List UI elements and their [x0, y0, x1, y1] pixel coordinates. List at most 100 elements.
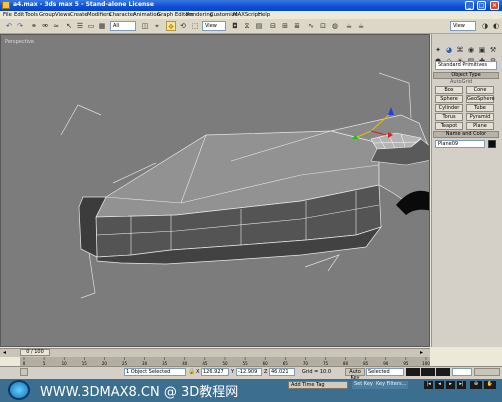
playback-play-icon[interactable] [421, 368, 435, 376]
schematic-icon[interactable]: ⊡ [318, 21, 328, 31]
display-tab-icon[interactable]: ▣ [477, 46, 487, 55]
auto-key-button[interactable]: Auto Key [345, 368, 365, 381]
time-slider-thumb[interactable]: 0 / 100 [20, 349, 50, 356]
y-label: Y [231, 369, 235, 375]
utilities-tab-icon[interactable]: ⚒ [488, 46, 498, 55]
layer-icon[interactable]: ≣ [292, 21, 302, 31]
zoom-extents-icon[interactable]: ⊕ [470, 381, 482, 389]
teapot-button[interactable]: Teapot [435, 122, 463, 130]
add-time-tag-field[interactable]: Add Time Tag [288, 381, 348, 389]
perspective-viewport[interactable] [0, 34, 430, 347]
redo-icon[interactable]: ↷ [15, 21, 25, 31]
object-type-rollout[interactable]: Object Type [433, 72, 499, 79]
lock-selection-icon[interactable]: 🔒 [188, 368, 195, 376]
time-config-button[interactable] [474, 368, 500, 376]
render-scene-icon[interactable]: ☕ [344, 21, 354, 31]
normal-align-icon[interactable]: ⊞ [280, 21, 290, 31]
menu-modifiers[interactable]: Modifiers [87, 12, 111, 18]
object-color-swatch[interactable] [488, 140, 496, 148]
set-key-button[interactable]: Set Key [352, 381, 375, 389]
window-crossing-icon[interactable]: ◫ [140, 21, 150, 31]
category-dropdown[interactable]: Standard Primitives [435, 61, 497, 70]
prev-key-icon[interactable]: ◂ [435, 381, 444, 389]
modify-tab-icon[interactable]: ◕ [444, 46, 454, 55]
menu-rendering[interactable]: Rendering [186, 12, 213, 18]
track-ticks: 0 5 10 15 20 25 30 35 40 45 50 55 60 65 70 75 80 85 90 95 10… [23, 357, 430, 366]
render-last-icon[interactable]: ◐ [491, 21, 501, 31]
menu-bar: File Edit Tools Group Views Create Modif… [0, 11, 502, 19]
menu-file[interactable]: File [3, 12, 12, 18]
selection-filter-dropdown[interactable]: All [110, 21, 136, 31]
viewport-label[interactable]: Perspective [5, 39, 34, 45]
geosphere-button[interactable]: GeoSphere [466, 95, 495, 103]
menu-edit[interactable]: Edit [14, 12, 24, 18]
menu-character[interactable]: Character [109, 12, 135, 18]
pyramid-button[interactable]: Pyramid [466, 113, 494, 121]
material-editor-icon[interactable]: ◍ [330, 21, 340, 31]
scale-icon[interactable]: ⬚ [190, 21, 200, 31]
x-coordinate-field[interactable]: 126.927 [201, 368, 229, 376]
play-icon[interactable]: ▸ [446, 381, 455, 389]
name-color-rollout[interactable]: Name and Color [433, 131, 499, 138]
autogrid-label[interactable]: AutoGrid [450, 79, 472, 85]
rect-region-icon[interactable]: ▭ [86, 21, 96, 31]
watermark-text: WWW.3DMAX8.CN @ 3D教程网 [40, 385, 239, 400]
undo-icon[interactable]: ↶ [4, 21, 14, 31]
close-button[interactable]: × [490, 1, 499, 10]
selected-dropdown[interactable]: Selected [366, 368, 404, 376]
next-key-icon[interactable]: ▸| [457, 381, 466, 389]
goto-start-icon[interactable]: |◂ [424, 381, 433, 389]
filter-icon[interactable]: ▦ [97, 21, 107, 31]
sphere-button[interactable]: Sphere [435, 95, 463, 103]
ref-coord-dropdown[interactable]: View [202, 21, 226, 31]
menu-create[interactable]: Create [70, 12, 88, 18]
track-bar[interactable]: 0 5 10 15 20 25 30 35 40 45 50 55 60 65 70 75 80 85 90 95 10… [20, 357, 430, 366]
tube-button[interactable]: Tube [466, 104, 494, 112]
hierarchy-tab-icon[interactable]: ⌘ [455, 46, 465, 55]
gizmo-z-arrow[interactable] [388, 107, 394, 115]
prev-frame-icon[interactable]: ◂ [3, 349, 6, 356]
move-icon[interactable]: ✥ [166, 21, 176, 31]
playback-last-icon[interactable] [436, 368, 450, 376]
pivot-icon[interactable]: ◘ [230, 21, 240, 31]
render-type-icon[interactable]: ◑ [480, 21, 490, 31]
motion-tab-icon[interactable]: ◉ [466, 46, 476, 55]
select-object-icon[interactable]: ⌖ [152, 21, 162, 31]
z-coordinate-field[interactable]: 46.021 [269, 368, 295, 376]
menu-help[interactable]: Help [258, 12, 270, 18]
menu-maxscript[interactable]: MAXScript [233, 12, 260, 18]
curve-editor-icon[interactable]: ∿ [306, 21, 316, 31]
object-name-field[interactable]: Plane09 [435, 140, 485, 148]
minimize-button[interactable]: _ [465, 1, 474, 10]
select-by-name-icon[interactable]: ☰ [75, 21, 85, 31]
menu-animation[interactable]: Animation [133, 12, 160, 18]
menu-views[interactable]: Views [55, 12, 70, 18]
cone-button[interactable]: Cone [466, 86, 494, 94]
key-filters-button[interactable]: Key Filters... [374, 381, 409, 389]
rotate-icon[interactable]: ⟲ [178, 21, 188, 31]
torus-button[interactable]: Torus [435, 113, 463, 121]
playback-first-icon[interactable] [406, 368, 420, 376]
current-frame-field[interactable] [452, 368, 472, 376]
menu-group[interactable]: Group [39, 12, 55, 18]
array-icon[interactable]: ▤ [254, 21, 264, 31]
align-icon[interactable]: ⊟ [268, 21, 278, 31]
link-icon[interactable]: ⚭ [29, 21, 39, 31]
cylinder-button[interactable]: Cylinder [435, 104, 463, 112]
next-frame-icon[interactable]: ▸ [420, 349, 423, 356]
time-slider-bar[interactable] [0, 348, 430, 357]
quick-render-icon[interactable]: ☕ [356, 21, 366, 31]
maximize-button[interactable]: □ [477, 1, 486, 10]
unlink-icon[interactable]: ⚮ [40, 21, 50, 31]
box-button[interactable]: Box [435, 86, 463, 94]
bind-icon[interactable]: ≈ [51, 21, 61, 31]
create-tab-icon[interactable]: ✦ [433, 46, 443, 55]
view-dropdown[interactable]: View [450, 21, 476, 31]
y-coordinate-field[interactable]: -12.909 [236, 368, 262, 376]
menu-tools[interactable]: Tools [25, 12, 38, 18]
select-icon[interactable]: ↖ [64, 21, 74, 31]
plane-button[interactable]: Plane [466, 122, 494, 130]
mirror-icon[interactable]: ⧖ [242, 21, 252, 31]
maxscript-listener-icon[interactable] [20, 368, 28, 376]
pan-icon[interactable]: ✋ [484, 381, 496, 389]
